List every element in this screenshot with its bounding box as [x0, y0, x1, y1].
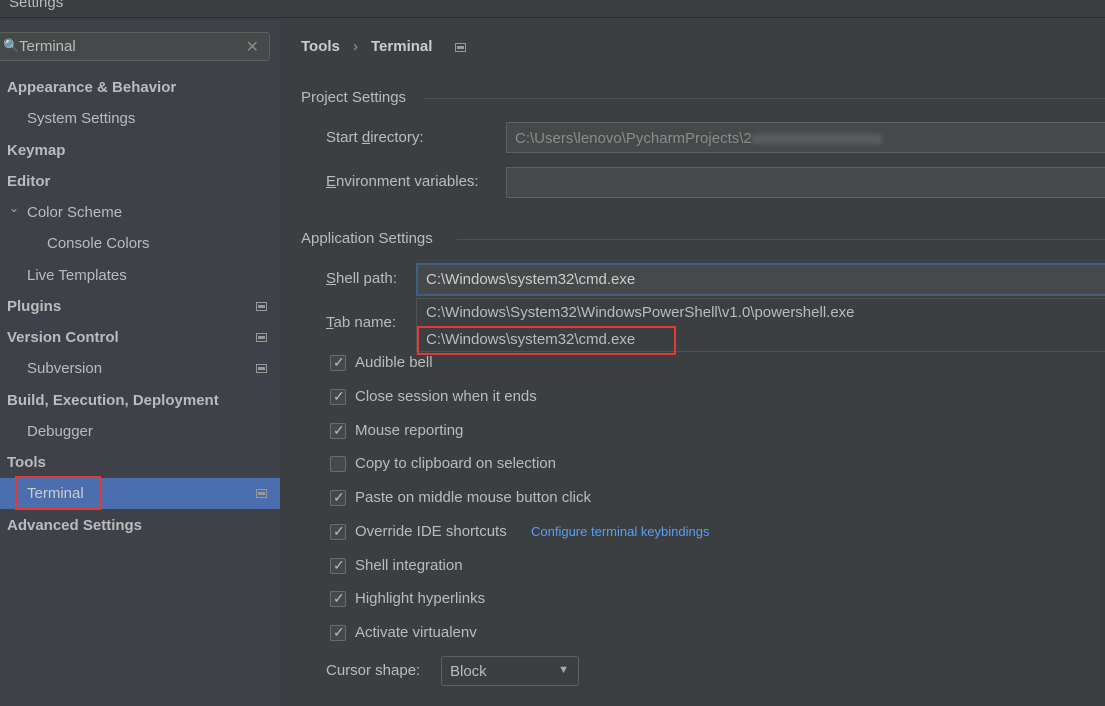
sidebar-item[interactable]: Editor: [0, 166, 280, 197]
sidebar-item-label: Plugins: [7, 298, 62, 315]
checkbox[interactable]: [330, 523, 346, 540]
breadcrumb-separator: ›: [353, 38, 358, 55]
sidebar-item[interactable]: Appearance & Behavior: [0, 72, 280, 103]
pin-icon: [256, 364, 267, 373]
sidebar-item-label: Keymap: [7, 142, 66, 159]
pin-icon: [256, 489, 267, 498]
sidebar-item-label: Console Colors: [47, 235, 150, 252]
highlight-box: [417, 326, 676, 355]
start-directory-field[interactable]: C:\Users\lenovo\PycharmProjects\2: [506, 122, 1105, 153]
sidebar-item-label: Editor: [7, 173, 51, 190]
chevron-down-icon: ▼: [558, 664, 569, 676]
chevron-down-icon[interactable]: ⌄: [9, 193, 19, 224]
shell-option[interactable]: C:\Windows\System32\WindowsPowerShell\v1…: [426, 304, 855, 321]
checkbox-label[interactable]: Paste on middle mouse button click: [355, 489, 591, 506]
sidebar-item-label: Appearance & Behavior: [7, 79, 177, 96]
search-icon: 🔍: [3, 38, 20, 53]
sidebar-item[interactable]: Debugger: [0, 416, 280, 447]
checkbox[interactable]: [330, 354, 346, 371]
highlight-box: [15, 476, 101, 510]
breadcrumb-parent[interactable]: Tools: [301, 38, 340, 55]
close-icon[interactable]: ✕: [246, 37, 259, 57]
checkbox[interactable]: [330, 388, 346, 405]
environment-variables-label: Environment variables:: [326, 173, 479, 190]
checkbox[interactable]: [330, 557, 346, 574]
sidebar-item[interactable]: Keymap: [0, 135, 280, 166]
checkbox-label[interactable]: Copy to clipboard on selection: [355, 455, 556, 472]
shell-path-label: Shell path:: [326, 270, 397, 287]
environment-variables-field[interactable]: [506, 167, 1105, 198]
sidebar-item-label: Subversion: [27, 360, 103, 377]
sidebar-item-label: Tools: [7, 454, 46, 471]
cursor-shape-select[interactable]: Block ▼: [441, 656, 579, 686]
checkbox-label[interactable]: Activate virtualenv: [355, 624, 477, 641]
sidebar-item[interactable]: System Settings: [0, 103, 280, 134]
sidebar-item-label: Color Scheme: [27, 204, 123, 221]
checkbox[interactable]: [330, 590, 346, 607]
sidebar-item[interactable]: Console Colors: [0, 228, 280, 259]
sidebar-item[interactable]: ⌄ Color Scheme: [0, 197, 280, 228]
tab-name-label: Tab name:: [326, 314, 397, 331]
pin-icon: [256, 333, 267, 342]
checkbox-label[interactable]: Audible bell: [355, 354, 433, 371]
title-bar: Settings: [0, 0, 1105, 18]
divider: [425, 98, 1105, 99]
window-title: Settings: [9, 0, 64, 11]
sidebar-item[interactable]: Plugins: [0, 291, 280, 322]
breadcrumb-current: Terminal: [371, 38, 433, 55]
sidebar-item-label: Version Control: [7, 329, 119, 346]
pin-icon: [256, 302, 267, 311]
sidebar-item[interactable]: Advanced Settings: [0, 510, 280, 541]
application-settings-title: Application Settings: [301, 230, 433, 247]
start-directory-label: Start directory:: [326, 129, 424, 146]
sidebar-item[interactable]: Live Templates: [0, 260, 280, 291]
sidebar-item-label: Advanced Settings: [7, 517, 143, 534]
sidebar-item[interactable]: Build, Execution, Deployment: [0, 385, 280, 416]
checkbox[interactable]: [330, 456, 346, 472]
shell-path-combobox[interactable]: C:\Windows\system32\cmd.exe: [416, 263, 1105, 296]
checkbox-label[interactable]: Highlight hyperlinks: [355, 590, 485, 607]
sidebar-item-label: System Settings: [27, 110, 136, 127]
divider: [457, 239, 1105, 240]
search-input[interactable]: 🔍 Terminal ✕: [0, 32, 270, 61]
checkbox-label[interactable]: Shell integration: [355, 557, 463, 574]
sidebar-item[interactable]: Version Control: [0, 322, 280, 353]
checkbox-label[interactable]: Mouse reporting: [355, 422, 463, 439]
checkbox-label[interactable]: Override IDE shortcuts: [355, 523, 507, 540]
pin-icon: [455, 43, 466, 52]
checkbox-label[interactable]: Close session when it ends: [355, 388, 537, 405]
sidebar-item[interactable]: Tools: [0, 447, 280, 478]
sidebar-item[interactable]: Subversion: [0, 353, 280, 384]
cursor-shape-label: Cursor shape:: [326, 662, 421, 679]
project-settings-title: Project Settings: [301, 89, 407, 106]
sidebar-item-label: Live Templates: [27, 267, 127, 284]
checkbox[interactable]: [330, 422, 346, 439]
sidebar-item-label: Debugger: [27, 423, 93, 440]
search-value: Terminal: [19, 38, 76, 55]
checkbox[interactable]: [330, 489, 346, 506]
sidebar-item-label: Build, Execution, Deployment: [7, 392, 219, 409]
checkbox[interactable]: [330, 624, 346, 641]
configure-keybindings-link[interactable]: Configure terminal keybindings: [531, 524, 709, 539]
